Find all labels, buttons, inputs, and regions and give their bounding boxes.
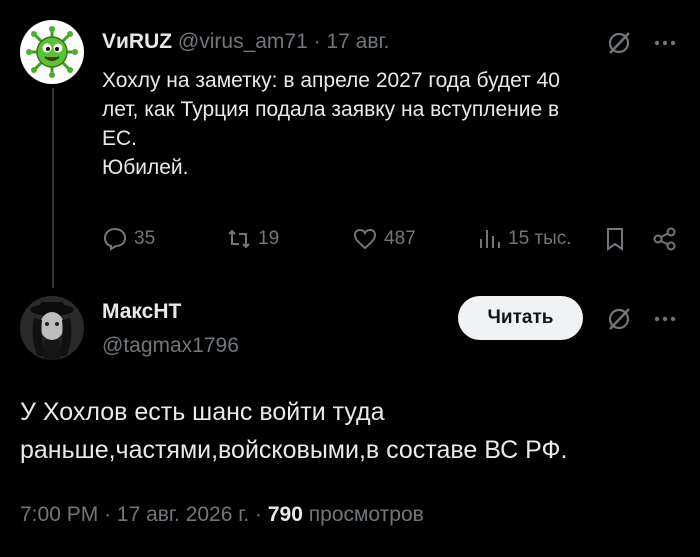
reply-author-handle[interactable]: @virus_am71 [178, 30, 308, 53]
more-icon[interactable] [650, 304, 680, 334]
views-button[interactable]: 15 тыс. [476, 226, 572, 252]
user-avatar-icon [20, 296, 84, 360]
meta-separator: · [104, 503, 112, 526]
follow-button[interactable]: Читать [458, 296, 583, 340]
repost-icon [228, 229, 250, 249]
reply-tweet-text: Хохлу на заметку: в апреле 2027 года буд… [102, 66, 692, 182]
repost-button[interactable]: 19 [226, 226, 279, 252]
reply-text-line: ЕС. [102, 127, 138, 150]
reply-author-name[interactable]: VиRUZ [102, 30, 172, 53]
main-tweet-text: У Хохлов есть шанс войти туда раньше,час… [20, 393, 680, 469]
grok-icon[interactable] [604, 28, 634, 58]
more-icon[interactable] [650, 28, 680, 58]
share-button[interactable] [652, 226, 678, 252]
like-button[interactable]: 487 [352, 226, 416, 252]
repost-count: 19 [258, 228, 280, 249]
like-icon [353, 228, 377, 250]
reply-date[interactable]: 17 авг. [326, 30, 389, 53]
reply-icon [103, 227, 127, 251]
bookmark-icon [607, 228, 623, 251]
bookmark-button[interactable] [602, 226, 628, 252]
views-count: 15 тыс. [508, 228, 572, 249]
reply-text-line: Юбилей. [102, 156, 189, 179]
avatar-virus[interactable] [20, 20, 84, 84]
tweet-views-label: просмотров [308, 503, 424, 526]
reply-text-line: лет, как Турция подала заявку на вступле… [102, 98, 560, 121]
reply-count: 35 [134, 228, 156, 249]
grok-icon[interactable] [604, 304, 634, 334]
reply-text-line: Хохлу на заметку: в апреле 2027 года буд… [102, 69, 560, 92]
main-text-line: У Хохлов есть шанс войти туда [20, 398, 385, 426]
reply-action-bar: 35 19 487 15 тыс. [102, 226, 692, 256]
views-icon [480, 230, 500, 248]
tweet-metadata: 7:00 PM · 17 авг. 2026 г. · 790 просмотр… [20, 503, 424, 527]
main-author-handle[interactable]: @tagmax1796 [102, 334, 239, 358]
reply-separator: · [313, 30, 321, 53]
share-icon [653, 227, 676, 251]
avatar-maksnt[interactable] [20, 296, 84, 360]
main-author-name[interactable]: МаксНТ [102, 300, 181, 324]
thread-connector-line [52, 88, 54, 288]
reply-button[interactable]: 35 [102, 226, 155, 252]
meta-separator: · [255, 503, 263, 526]
tweet-time[interactable]: 7:00 PM [20, 503, 98, 526]
like-count: 487 [384, 228, 416, 249]
reply-tweet-header: VиRUZ @virus_am71 · 17 авг. [102, 30, 389, 54]
main-text-line: раньше,частями,войсковыми,в составе ВС Р… [20, 436, 568, 464]
tweet-date[interactable]: 17 авг. 2026 г. [117, 503, 249, 526]
tweet-views-count: 790 [267, 503, 303, 526]
virus-avatar-icon [26, 26, 78, 78]
